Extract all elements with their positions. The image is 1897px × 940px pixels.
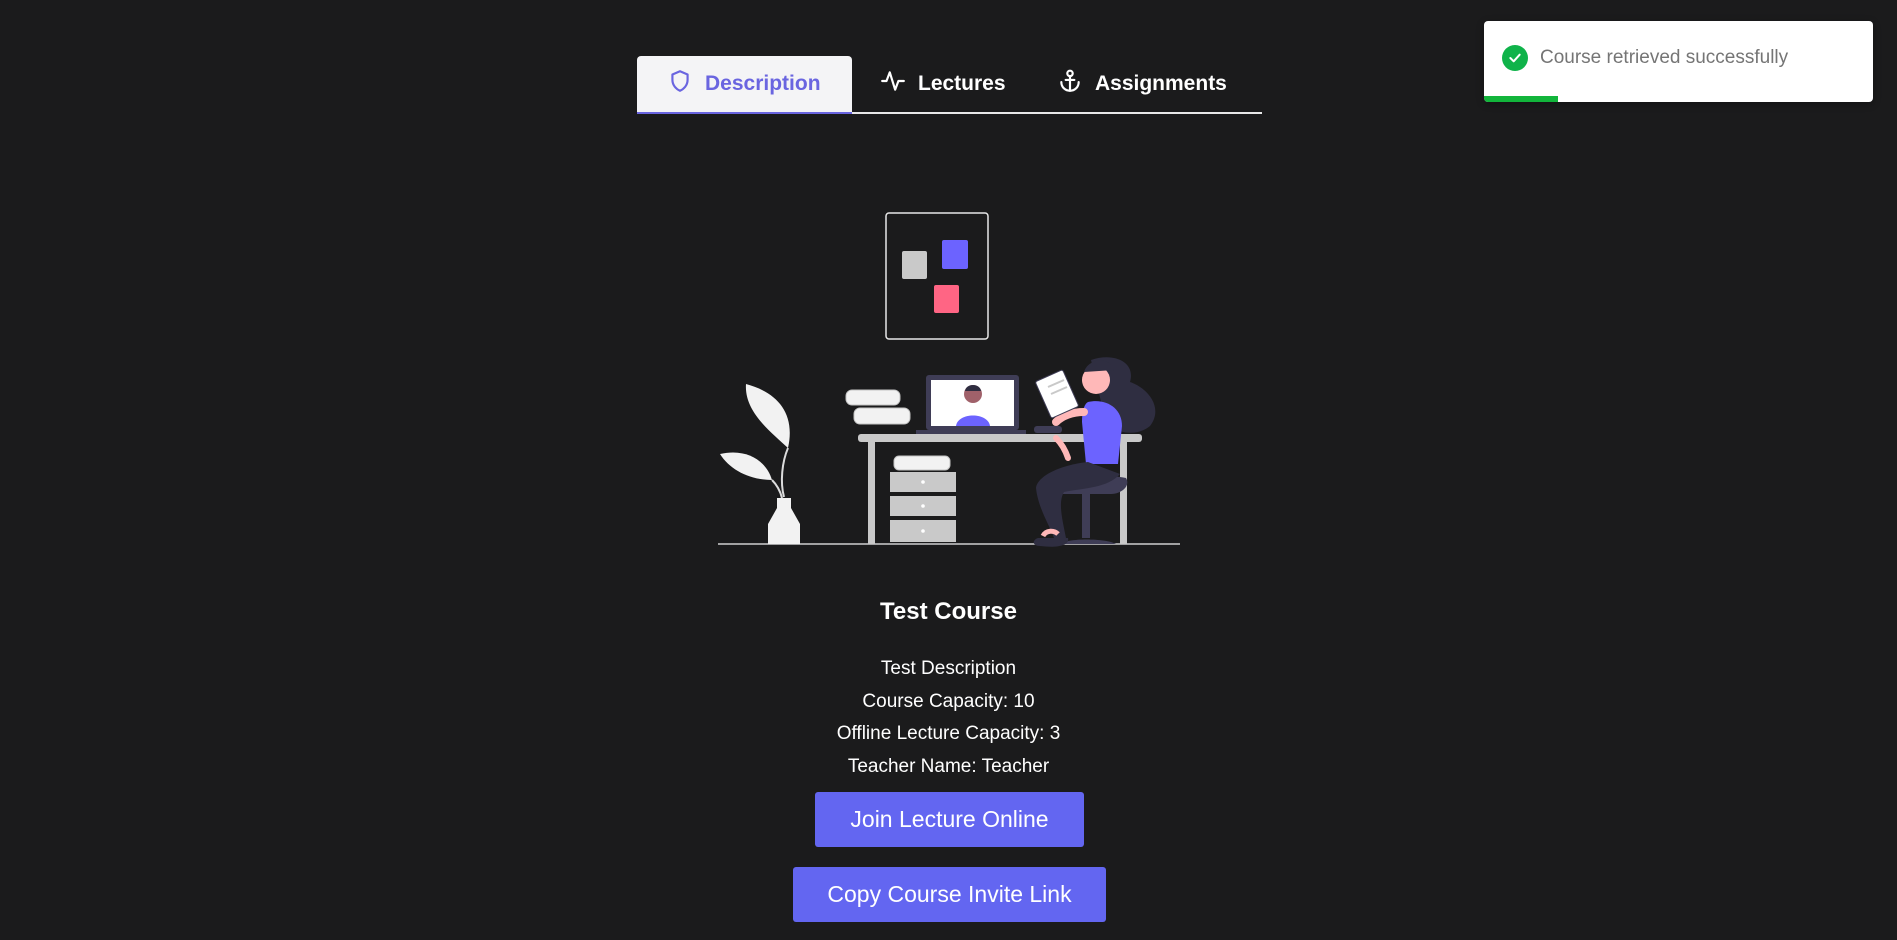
tab-lectures[interactable]: Lectures (852, 56, 1037, 112)
online-learning-illustration (718, 212, 1180, 547)
teacher-name: Teacher Name: Teacher (847, 756, 1050, 777)
activity-icon (880, 68, 906, 100)
tab-assignments[interactable]: Assignments (1037, 56, 1253, 112)
anchor-icon (1057, 68, 1083, 100)
course-description: Test Description (880, 658, 1017, 679)
check-circle-icon (1502, 45, 1528, 71)
toast-message: Course retrieved successfully (1540, 47, 1789, 68)
toast-notification[interactable]: Course retrieved successfully (1484, 21, 1873, 102)
tab-description[interactable]: Description (637, 56, 852, 114)
course-capacity: Course Capacity: 10 (862, 691, 1035, 712)
offline-lecture-capacity: Offline Lecture Capacity: 3 (836, 723, 1061, 744)
tab-description-label: Description (705, 72, 821, 95)
toast-progress-bar (1484, 96, 1558, 102)
join-lecture-online-button[interactable]: Join Lecture Online (815, 792, 1084, 847)
tab-lectures-label: Lectures (918, 72, 1006, 95)
page: Description Lectures Assignments Course … (0, 0, 1897, 940)
tab-bar: Description Lectures Assignments (637, 56, 1262, 114)
shield-icon (667, 68, 693, 100)
course-title: Test Course (880, 598, 1017, 625)
tab-assignments-label: Assignments (1095, 72, 1227, 95)
copy-course-invite-link-button[interactable]: Copy Course Invite Link (793, 867, 1106, 922)
